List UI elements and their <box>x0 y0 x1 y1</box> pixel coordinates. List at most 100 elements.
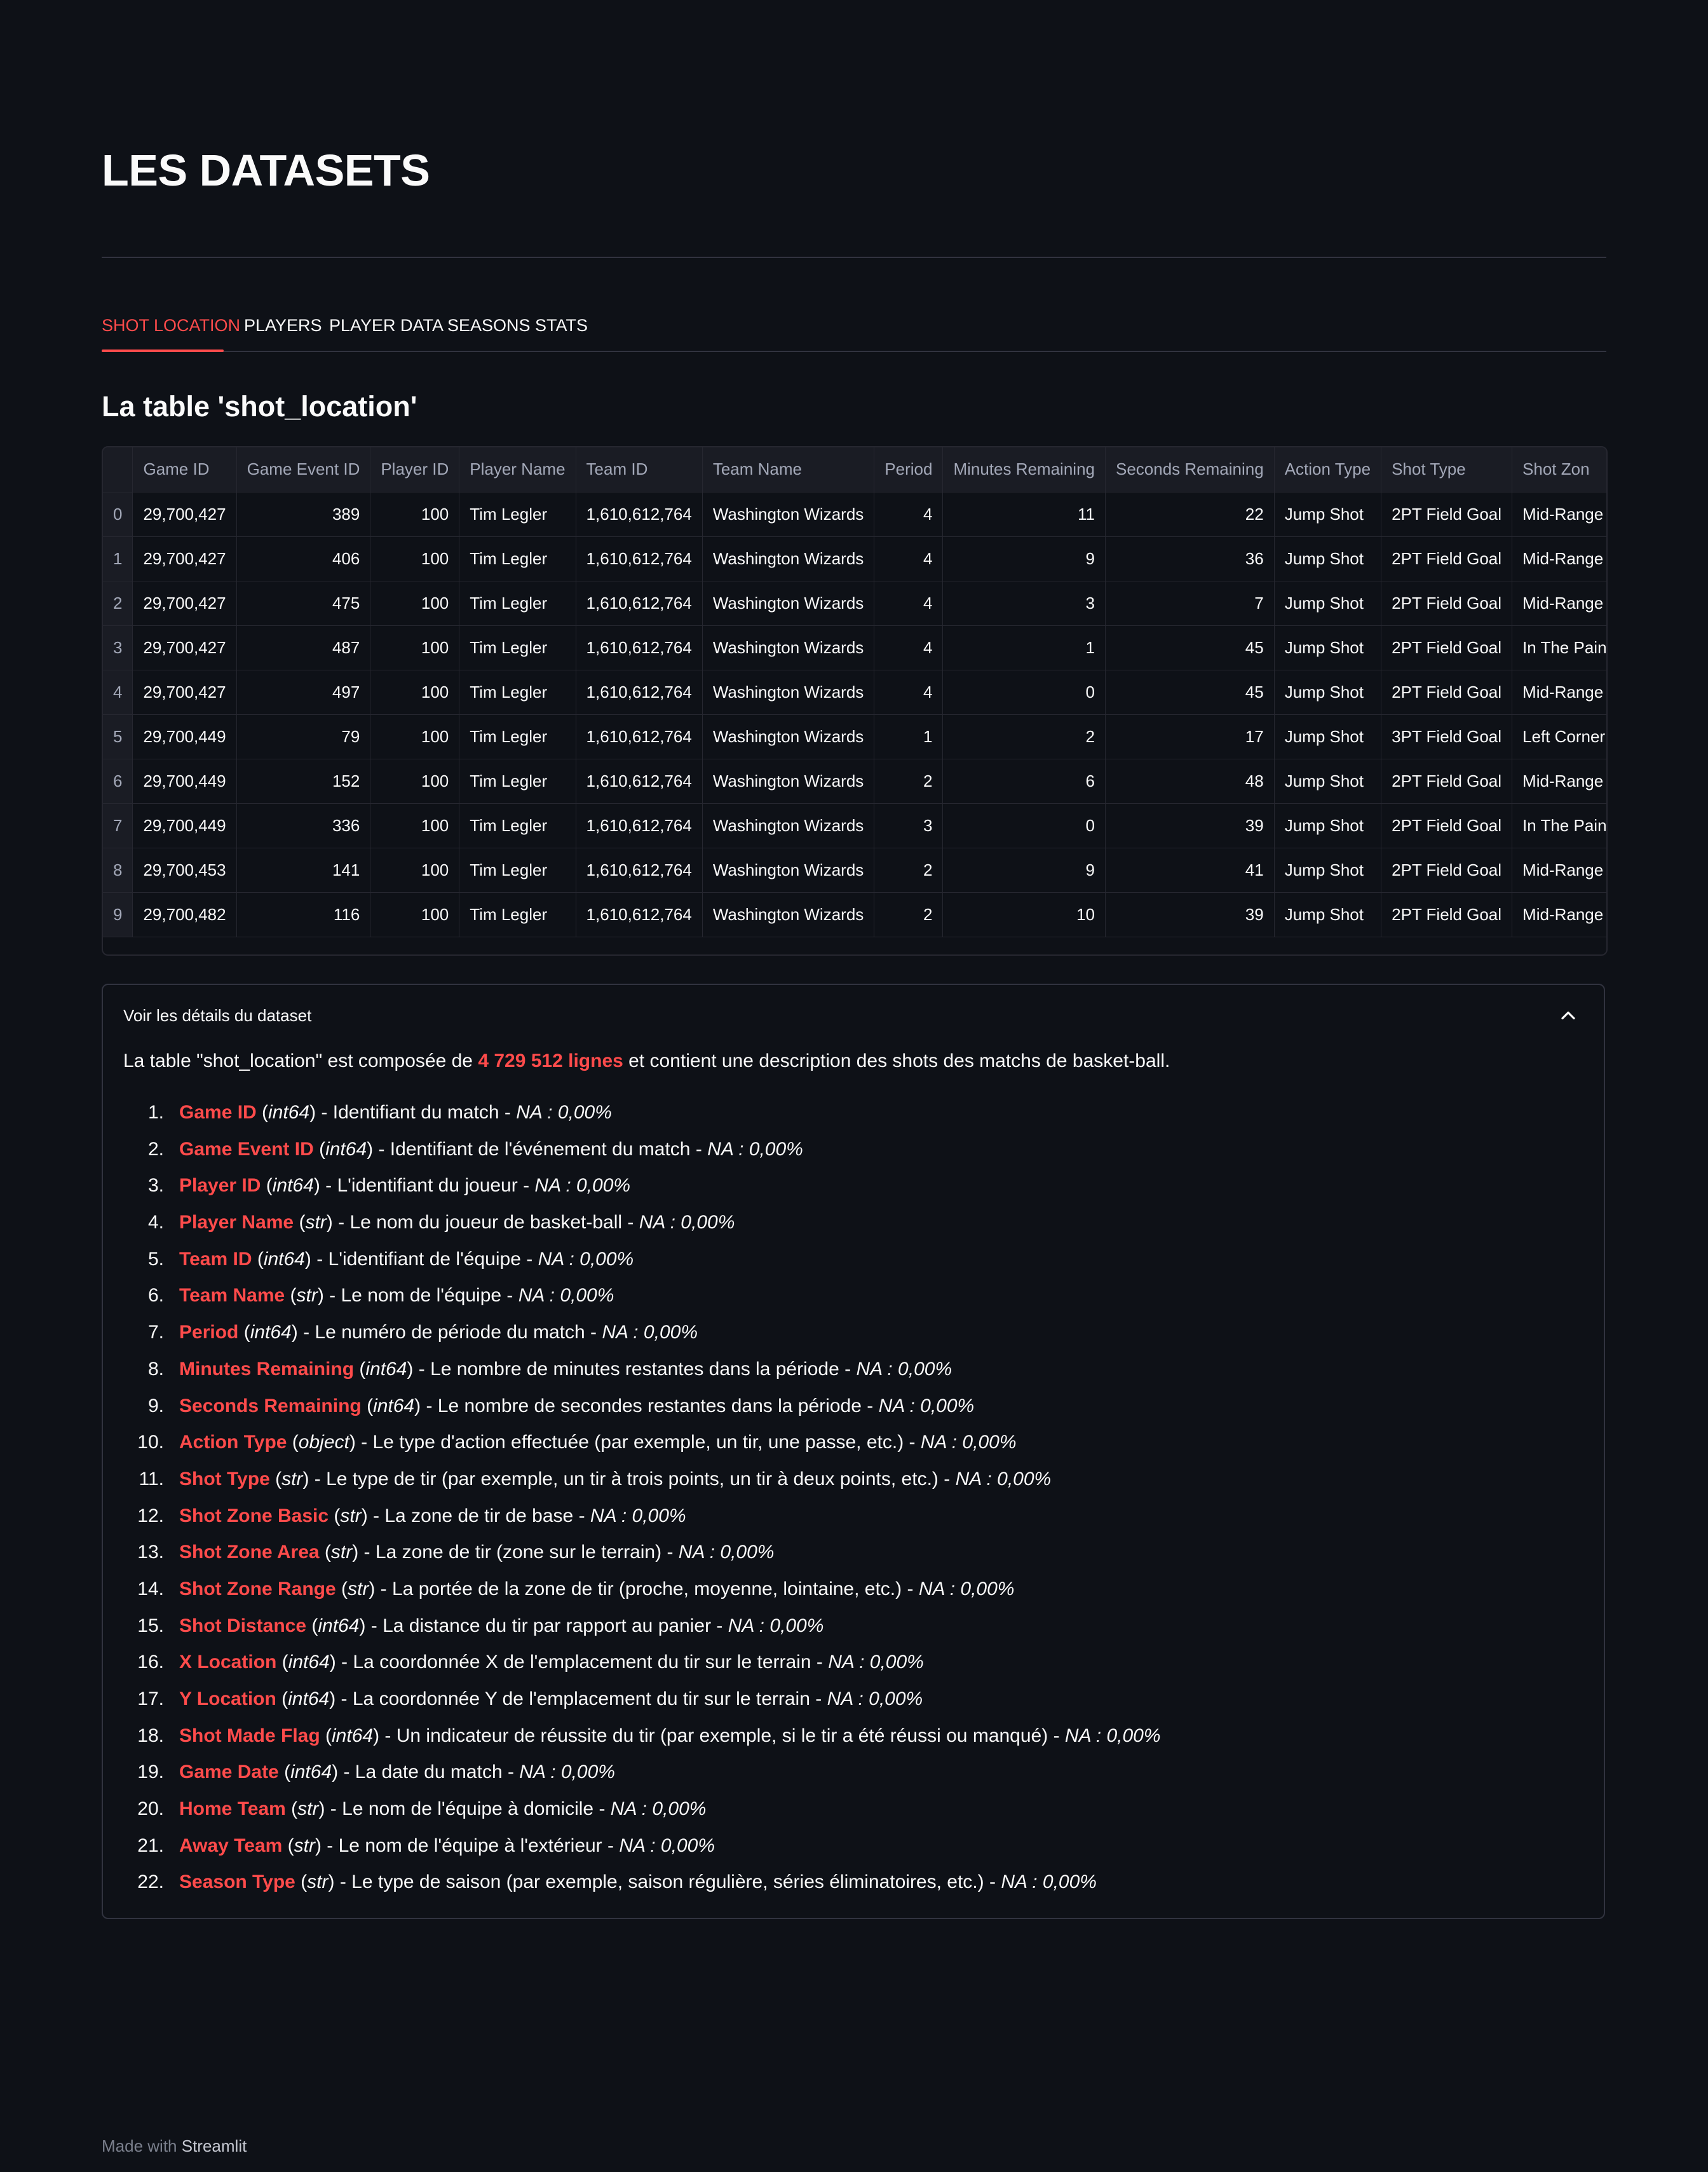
table-cell[interactable]: 100 <box>370 848 460 893</box>
table-cell[interactable]: 41 <box>1105 848 1275 893</box>
table-cell[interactable]: 1,610,612,764 <box>576 759 703 804</box>
table-cell[interactable]: 48 <box>1105 759 1275 804</box>
table-row[interactable]: 6 29,700,449 152 100 Tim Legler 1,610,612,764… <box>103 759 1606 804</box>
table-cell[interactable]: 79 <box>236 714 371 759</box>
table-cell[interactable]: 29,700,427 <box>132 536 237 581</box>
tab-players[interactable]: PLAYERS <box>244 310 322 341</box>
table-cell[interactable]: 2 <box>942 714 1106 759</box>
table-cell[interactable]: 152 <box>236 759 371 804</box>
table-cell[interactable]: Left Corner <box>1512 714 1606 759</box>
table-cell[interactable]: Tim Legler <box>459 536 576 581</box>
chevron-up-icon[interactable] <box>1557 1004 1580 1027</box>
table-cell[interactable]: 1,610,612,764 <box>576 848 703 893</box>
table-cell[interactable]: Tim Legler <box>459 625 576 670</box>
table-cell[interactable]: Washington Wizards <box>702 759 875 804</box>
row-index[interactable]: 1 <box>103 536 133 581</box>
table-cell[interactable]: Jump Shot <box>1274 670 1382 715</box>
table-cell[interactable]: Tim Legler <box>459 803 576 848</box>
table-cell[interactable]: Jump Shot <box>1274 848 1382 893</box>
table-cell[interactable]: 1,610,612,764 <box>576 803 703 848</box>
table-cell[interactable]: 29,700,427 <box>132 581 237 626</box>
table-cell[interactable]: Washington Wizards <box>702 492 875 537</box>
table-cell[interactable]: 29,700,427 <box>132 492 237 537</box>
table-cell[interactable]: 336 <box>236 803 371 848</box>
row-index[interactable]: 4 <box>103 670 133 715</box>
table-cell[interactable]: 3PT Field Goal <box>1381 714 1513 759</box>
table-cell[interactable]: 100 <box>370 759 460 804</box>
table-cell[interactable]: 4 <box>874 492 944 537</box>
table-cell[interactable]: 4 <box>874 536 944 581</box>
table-row[interactable]: 7 29,700,449 336 100 Tim Legler 1,610,612,764… <box>103 803 1606 848</box>
column-header[interactable]: Team Name <box>702 447 875 492</box>
table-cell[interactable]: 141 <box>236 848 371 893</box>
table-cell[interactable]: 100 <box>370 803 460 848</box>
table-cell[interactable]: 10 <box>942 892 1106 937</box>
table-cell[interactable]: 2PT Field Goal <box>1381 581 1513 626</box>
row-index[interactable]: 7 <box>103 803 133 848</box>
table-cell[interactable]: 11 <box>942 492 1106 537</box>
table-cell[interactable]: 6 <box>942 759 1106 804</box>
table-cell[interactable]: Mid-Range <box>1512 848 1606 893</box>
table-cell[interactable]: Mid-Range <box>1512 581 1606 626</box>
table-row[interactable]: 8 29,700,453 141 100 Tim Legler 1,610,612,764… <box>103 848 1606 893</box>
table-cell[interactable]: Washington Wizards <box>702 848 875 893</box>
table-cell[interactable]: 2PT Field Goal <box>1381 670 1513 715</box>
table-row[interactable]: 2 29,700,427 475 100 Tim Legler 1,610,612,764… <box>103 581 1606 626</box>
table-cell[interactable]: 1,610,612,764 <box>576 670 703 715</box>
table-cell[interactable]: 2PT Field Goal <box>1381 759 1513 804</box>
table-cell[interactable]: 100 <box>370 536 460 581</box>
table-cell[interactable]: 9 <box>942 536 1106 581</box>
table-cell[interactable]: 487 <box>236 625 371 670</box>
table-cell[interactable]: 2PT Field Goal <box>1381 848 1513 893</box>
column-header[interactable] <box>103 447 133 492</box>
table-cell[interactable]: 0 <box>942 670 1106 715</box>
table-row[interactable]: 4 29,700,427 497 100 Tim Legler 1,610,612,764… <box>103 670 1606 715</box>
table-cell[interactable]: 1,610,612,764 <box>576 892 703 937</box>
table-cell[interactable]: 39 <box>1105 892 1275 937</box>
table-cell[interactable]: 29,700,427 <box>132 670 237 715</box>
table-cell[interactable]: 100 <box>370 492 460 537</box>
table-cell[interactable]: Washington Wizards <box>702 892 875 937</box>
table-cell[interactable]: Jump Shot <box>1274 536 1382 581</box>
table-cell[interactable]: Tim Legler <box>459 670 576 715</box>
table-cell[interactable]: 22 <box>1105 492 1275 537</box>
table-cell[interactable]: 1 <box>874 714 944 759</box>
table-cell[interactable]: 29,700,449 <box>132 714 237 759</box>
table-cell[interactable]: 406 <box>236 536 371 581</box>
column-header[interactable]: Shot Zon <box>1512 447 1606 492</box>
table-cell[interactable]: 3 <box>942 581 1106 626</box>
table-cell[interactable]: Washington Wizards <box>702 714 875 759</box>
table-cell[interactable]: 2PT Field Goal <box>1381 625 1513 670</box>
table-cell[interactable]: Tim Legler <box>459 759 576 804</box>
column-header[interactable]: Action Type <box>1274 447 1382 492</box>
table-row[interactable]: 9 29,700,482 116 100 Tim Legler 1,610,612,764… <box>103 892 1606 937</box>
table-cell[interactable]: Tim Legler <box>459 581 576 626</box>
table-cell[interactable]: 100 <box>370 581 460 626</box>
table-cell[interactable]: 4 <box>874 670 944 715</box>
table-cell[interactable]: Jump Shot <box>1274 892 1382 937</box>
table-cell[interactable]: 100 <box>370 892 460 937</box>
table-cell[interactable]: 29,700,482 <box>132 892 237 937</box>
table-cell[interactable]: Mid-Range <box>1512 536 1606 581</box>
table-cell[interactable]: Mid-Range <box>1512 492 1606 537</box>
table-row[interactable]: 3 29,700,427 487 100 Tim Legler 1,610,612,764… <box>103 625 1606 670</box>
dataframe[interactable]: Game ID Game Event ID Player ID Player Name… <box>102 446 1608 956</box>
table-cell[interactable]: Washington Wizards <box>702 581 875 626</box>
table-row[interactable]: 1 29,700,427 406 100 Tim Legler 1,610,612,764… <box>103 536 1606 581</box>
table-cell[interactable]: 29,700,449 <box>132 759 237 804</box>
table-cell[interactable]: Tim Legler <box>459 714 576 759</box>
table-cell[interactable]: 1,610,612,764 <box>576 625 703 670</box>
tab-shot-location[interactable]: SHOT LOCATION <box>102 310 240 341</box>
column-header[interactable]: Player Name <box>459 447 576 492</box>
tab-player-data[interactable]: PLAYER DATA <box>329 310 444 341</box>
table-cell[interactable]: 2 <box>874 848 944 893</box>
table-cell[interactable]: Jump Shot <box>1274 492 1382 537</box>
table-cell[interactable]: Washington Wizards <box>702 625 875 670</box>
table-cell[interactable]: Jump Shot <box>1274 714 1382 759</box>
table-cell[interactable]: 116 <box>236 892 371 937</box>
row-index[interactable]: 8 <box>103 848 133 893</box>
table-cell[interactable]: 2 <box>874 759 944 804</box>
table-cell[interactable]: 497 <box>236 670 371 715</box>
table-cell[interactable]: Jump Shot <box>1274 625 1382 670</box>
table-cell[interactable]: 1,610,612,764 <box>576 581 703 626</box>
